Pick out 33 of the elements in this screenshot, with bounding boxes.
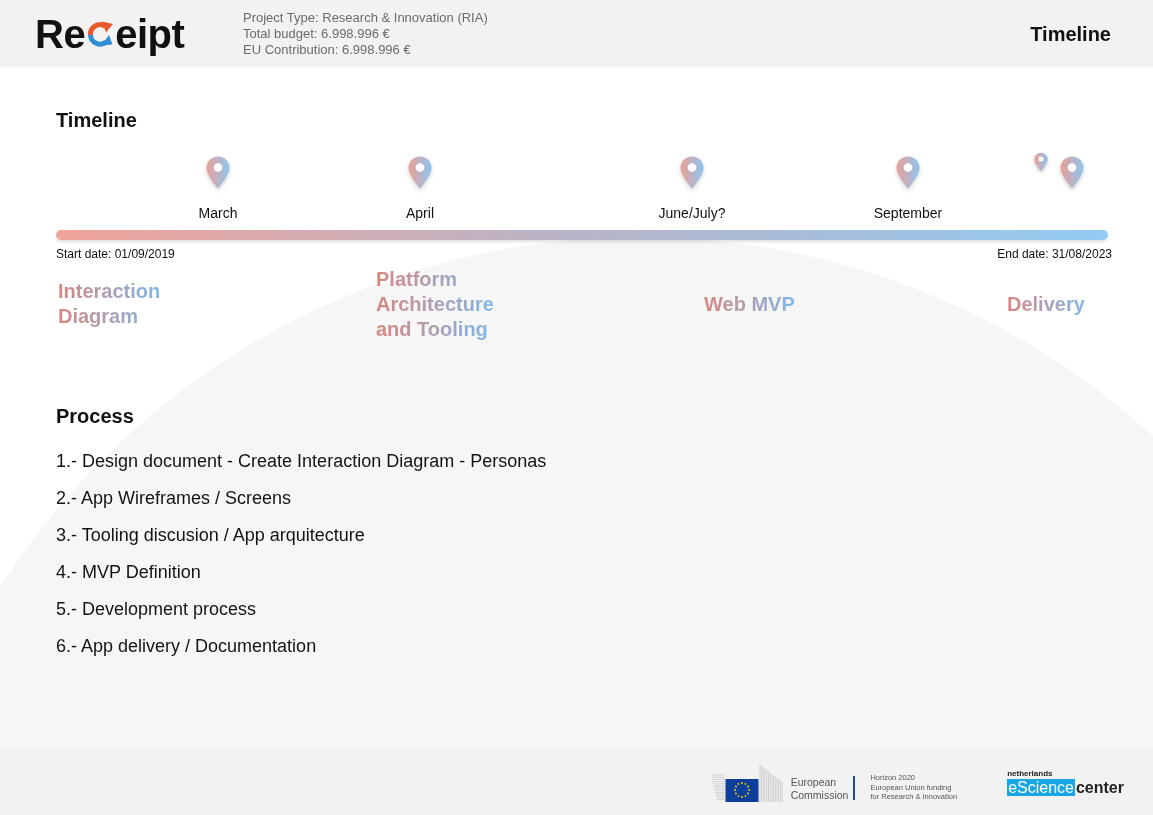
end-date-text: End date: 31/08/2023 xyxy=(997,246,1112,262)
process-step-text: 6.- App delivery / Documentation xyxy=(56,635,317,658)
process-step-text: 5.- Development process xyxy=(56,598,257,621)
map-pin-icon xyxy=(1060,156,1084,189)
map-pin-icon xyxy=(408,156,432,189)
commission-text: Commission xyxy=(790,788,849,802)
map-pin-icon xyxy=(680,156,704,189)
section-title: Timeline xyxy=(56,108,137,133)
map-pin-icon xyxy=(896,156,920,189)
process-step-text: 2.- App Wireframes / Screens xyxy=(56,487,292,510)
circular-arrows-icon xyxy=(86,19,115,48)
process-step-text: 3.- Tooling discusion / App arquitecture xyxy=(56,524,365,547)
project-info-text: Project Type: Research & Innovation (RIA) xyxy=(243,9,488,26)
partner-logo-highlight: eScience xyxy=(1007,779,1075,796)
logo-text: Re xyxy=(35,13,86,54)
flag-emblem-icon xyxy=(708,762,785,803)
milestone-month-label: June/July? xyxy=(658,204,726,222)
partner-logo-text: center xyxy=(1075,779,1124,796)
partner-region-text: netherlands xyxy=(1007,769,1053,779)
process-step-text: 4.- MVP Definition xyxy=(56,561,201,584)
logo-text: eipt xyxy=(115,13,185,54)
project-info-text: Total budget: 6.998.996 € xyxy=(243,25,391,42)
milestone-month-label: March xyxy=(198,204,238,222)
project-info-text: EU Contribution: 6.998.996 € xyxy=(243,41,412,58)
map-pin-icon xyxy=(206,156,230,189)
process-step-text: 1.- Design document - Create Interaction Diagram - Personas xyxy=(56,450,547,473)
commission-text: European xyxy=(790,775,838,789)
section-title: Process xyxy=(56,404,134,429)
page-title: Timeline xyxy=(1030,21,1111,47)
milestone-month-label: April xyxy=(406,204,434,222)
milestone-month-label: September xyxy=(873,204,943,222)
start-date-text: Start date: 01/09/2019 xyxy=(56,246,175,262)
map-pin-icon xyxy=(1034,152,1048,172)
